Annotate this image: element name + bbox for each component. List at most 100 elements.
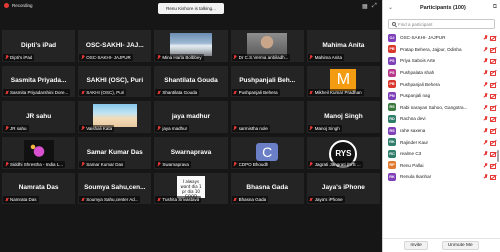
popout-icon[interactable]: ⧉ [493,4,497,11]
participant-status [483,104,496,111]
participant-name: Samar Kumar Das [86,161,124,167]
note-picture: I always want dia 1 pr dia 10 GOOD [176,175,205,199]
recording-indicator[interactable]: Recording [4,3,33,8]
muted-mic-icon [483,128,488,133]
participant-name: Bhasna Gada [238,197,267,203]
participant-row[interactable]: RD Rachna devi [383,113,500,125]
video-off-icon [490,152,496,158]
video-tile[interactable]: Dipti's iPad Dipti's iPad [2,30,76,62]
video-tile[interactable]: Pushpanjali Beh... Pushpanjali Behera [230,65,304,98]
tile-nametag: Jagrati Jangrati (IVS ... [307,160,363,168]
participant-row[interactable]: RS rahe saxena [383,125,500,137]
participant-name: Namrata Das [10,197,37,203]
participant-name: Shantilata Gouda [162,90,198,96]
tile-display-name: jaya madhur [171,112,211,120]
participant-name: Manoj Singh [314,125,340,131]
participant-row[interactable]: RK Rajinder Kaur [383,136,500,148]
participant-search[interactable] [388,19,495,29]
video-off-icon [490,71,496,77]
avatar: C [256,142,279,161]
participant-name: Puspanjali nag [400,93,431,99]
video-tile[interactable]: Siddhi Shrestha - India L... [2,136,76,169]
participant-list-scrollbar[interactable] [497,150,499,162]
video-tile[interactable]: Manoj Singh Manoj Singh [306,101,380,133]
muted-mic-icon [157,55,160,59]
participant-avatar: RD [388,114,396,123]
video-tile[interactable]: JR sahu JR sahu [2,101,76,133]
video-off-icon [490,129,496,135]
participant-avatar: PB [388,45,396,54]
muted-mic-icon [234,55,237,59]
participant-row[interactable]: PS Pushpalata shah [383,67,500,79]
video-off-icon [490,117,496,123]
participant-row[interactable]: OJ OSC-SAKHI- JAJPUR [383,32,500,44]
participant-row[interactable]: PN Puspanjali nag [383,90,500,102]
participant-name: CDPO Bhoudh [238,161,269,167]
video-tile[interactable]: M Mikheil Kumar Pradhan [306,65,380,98]
invite-button[interactable]: Invite [404,241,428,250]
video-tile[interactable]: Mahima Anita Mahima Anita [306,30,380,62]
muted-mic-icon [157,126,160,130]
muted-mic-icon [234,126,237,130]
video-off-icon [490,140,496,146]
video-tile[interactable]: Shantilata Gouda Shantilata Gouda [154,65,228,98]
video-tile[interactable]: Bhasna Gada Bhasna Gada [230,172,304,205]
tile-display-name: Dipti's iPad [21,41,57,49]
participant-name: jaya madhur [162,125,188,131]
video-off-icon [490,36,496,42]
video-tile[interactable]: Dr C.S.Verma anbiladh... [230,30,304,62]
video-off-icon [490,94,496,100]
muted-mic-icon [483,35,488,40]
view-options-icon[interactable]: ▦ [362,3,368,10]
muted-mic-icon [483,139,488,145]
video-tile[interactable]: OSC-SAKHI- JAJ... OSC-SAKHI- JAJPUR [78,30,152,62]
participant-row[interactable]: PB Pratap Behera, Jajpur, Odisha [383,44,500,56]
video-tile[interactable]: Namrata Das Namrata Das [2,172,76,205]
participant-name: Pratap Behera, Jajpur, Odisha [400,46,462,52]
video-tile[interactable]: Swarnaprava Swarnaprava [154,136,228,169]
participant-avatar: RK [388,138,396,147]
muted-mic-icon [483,116,488,121]
video-tile[interactable]: jaya madhur jaya madhur [154,101,228,133]
fullscreen-icon[interactable]: ⤢ [372,3,377,10]
video-tile[interactable]: Vaishali Kata [78,101,152,133]
muted-mic-icon [5,126,8,130]
video-tile[interactable]: C CDPO Bhoudh [230,136,304,169]
video-tile[interactable]: Sasmita Priyada... Sasmita Priyadarshini … [2,65,76,98]
video-feed [247,33,288,56]
participant-name: Mikheil Kumar Pradhan [314,90,362,96]
tile-display-name: Shantilata Gouda [164,77,218,85]
participant-row[interactable]: PS Priya Sabois Arte [383,55,500,67]
video-tile[interactable]: RYS Jagrati Jangrati (IVS ... [306,136,380,169]
video-tile[interactable]: Jaya's iPhone Jaya's iPhone [306,172,380,205]
unmute-me-button[interactable]: Unmute Me [441,241,479,250]
participant-row[interactable]: RC realme C3 [383,148,500,160]
muted-mic-icon [310,162,313,166]
participant-name: JR sahu [10,125,27,131]
participant-row[interactable]: RS Rabi narayan Sahoo, Gangotra... [383,102,500,114]
participant-status [483,70,496,77]
participant-avatar: PS [388,68,396,77]
participant-status [483,151,496,158]
participant-search-input[interactable] [398,21,491,27]
video-tile[interactable]: I always want dia 1 pr dia 10 GOODTushit… [154,172,228,205]
video-tile[interactable]: SAKHI (OSC), Puri SAKHI (OSC), Puri [78,65,152,98]
participant-avatar: OJ [388,33,396,42]
participant-row[interactable]: RK Renula Ikanhar [383,171,500,183]
participant-row[interactable]: PB Pushpanjali Behera [383,78,500,90]
tile-nametag: Shantilata Gouda [155,89,200,97]
tile-nametag: SAKHI (OSC), Puri [79,89,127,97]
participant-avatar: PS [388,56,396,65]
video-tile[interactable]: Soumya Sahu,cen... Soumya Sahu,center Ad.… [78,172,152,205]
video-tile[interactable]: sarmistha nole [230,101,304,133]
muted-mic-icon [234,90,237,95]
tile-display-name: Swarnaprava [170,148,212,156]
participant-row[interactable]: RP Renu Pallai [383,160,500,172]
participant-avatar: PB [388,80,396,89]
video-tile[interactable]: Mina Harla Bolbbey [154,30,228,62]
participant-status [483,174,496,181]
participant-avatar: RS [388,103,396,112]
participant-list[interactable]: OJ OSC-SAKHI- JAJPUR PB Pratap Behera, Jajp… [383,32,500,232]
video-tile[interactable]: Samar Kumar Das Samar Kumar Das [78,136,152,169]
tile-nametag: Manoj Singh [307,124,342,132]
